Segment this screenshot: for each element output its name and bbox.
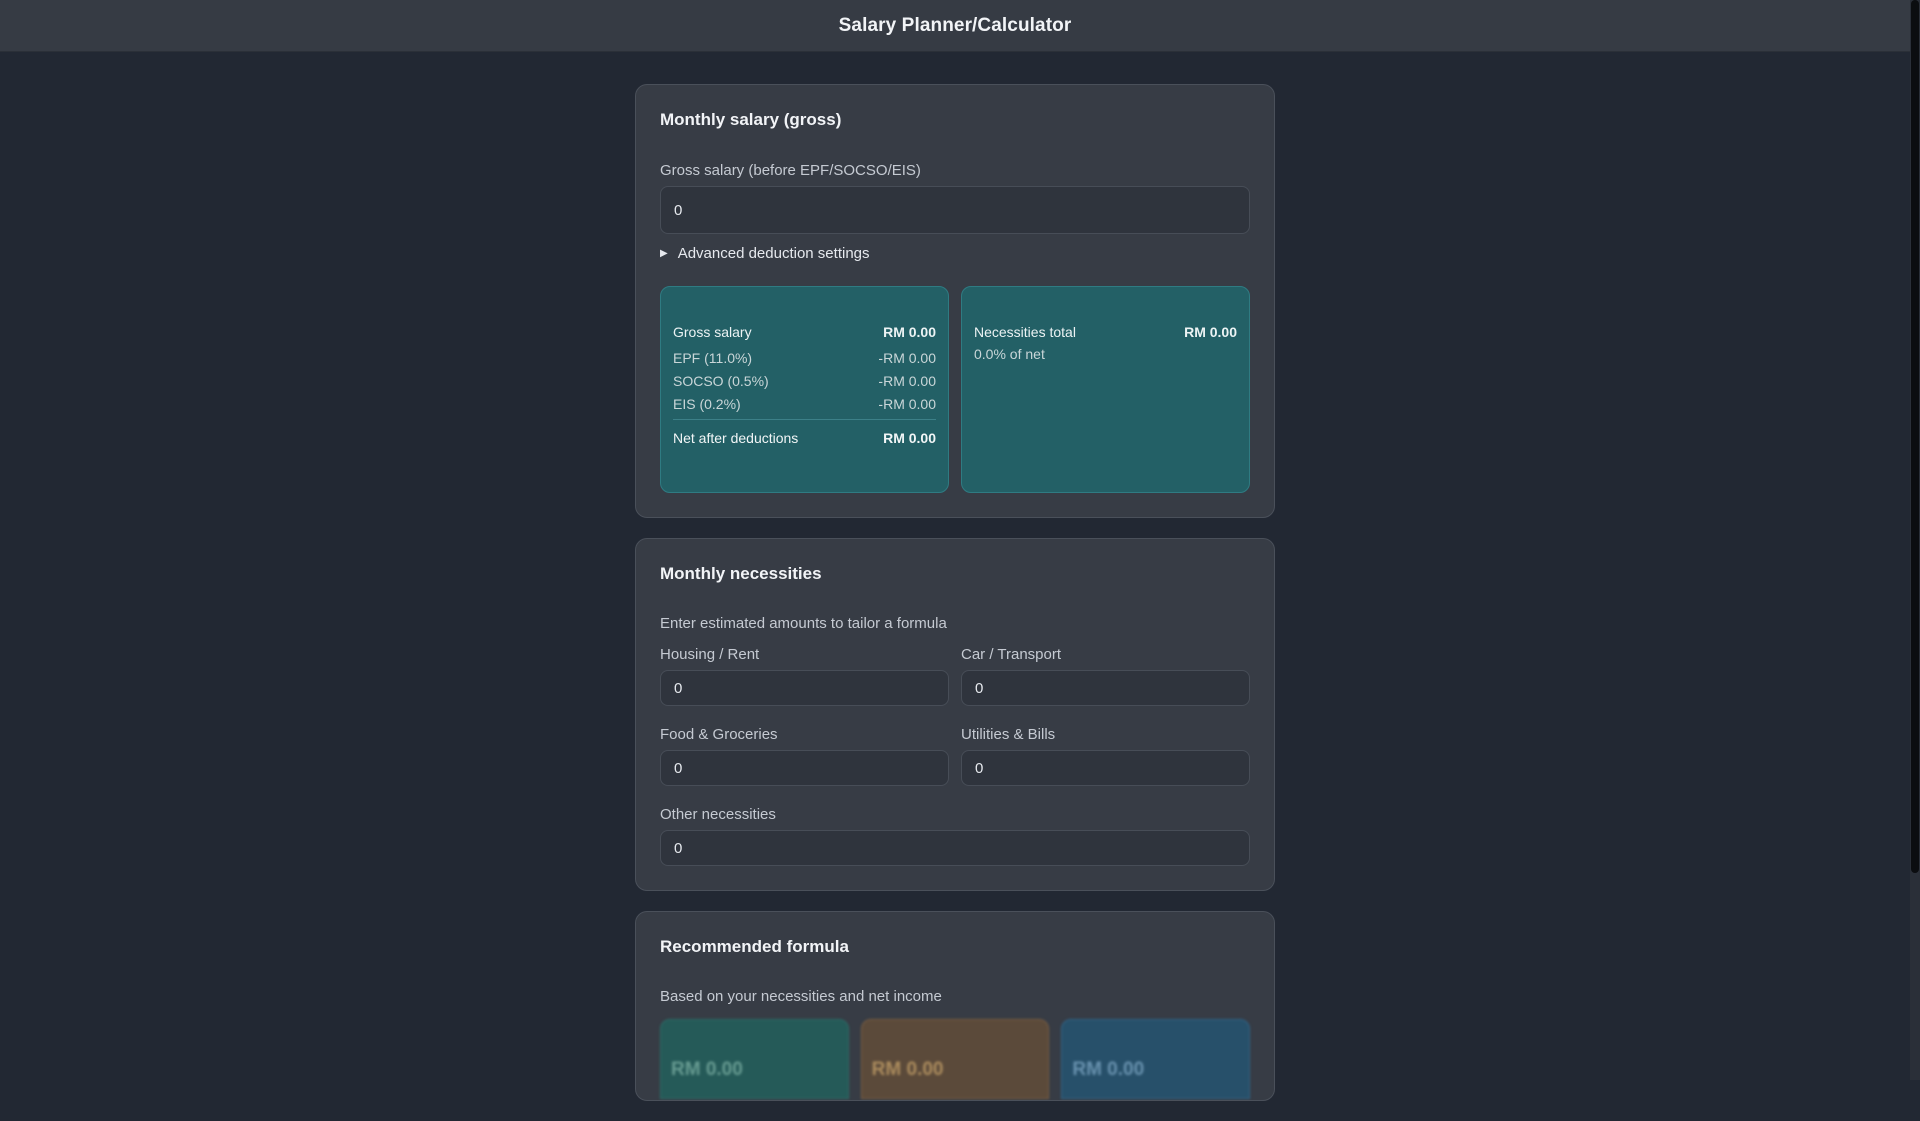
necessities-hint: Enter estimated amounts to tailor a form… <box>660 615 947 632</box>
scrollbar-thumb[interactable] <box>1911 0 1919 873</box>
gross-salary-label: Gross salary (before EPF/SOCSO/EIS) <box>660 162 921 179</box>
formula-box-label <box>872 1040 1039 1055</box>
app-header: Salary Planner/Calculator <box>0 0 1910 52</box>
socso-label: SOCSO (0.5%) <box>673 373 769 389</box>
necessities-total-row: Necessities total RM 0.00 <box>974 324 1237 340</box>
epf-row: EPF (11.0%) -RM 0.00 <box>673 350 936 366</box>
eis-row: EIS (0.2%) -RM 0.00 <box>673 396 936 412</box>
housing-label: Housing / Rent <box>660 646 760 663</box>
disclosure-triangle-icon: ▶ <box>660 248 668 259</box>
necessities-total-label: Necessities total <box>974 324 1076 340</box>
salary-card-title: Monthly salary (gross) <box>660 110 842 129</box>
advanced-settings-toggle[interactable]: ▶ Advanced deduction settings <box>660 245 1250 262</box>
main-content: Monthly salary (gross) Gross salary (bef… <box>635 84 1275 1121</box>
transport-input[interactable]: 0 <box>961 670 1250 706</box>
necessities-total-value: RM 0.00 <box>1184 324 1237 340</box>
other-field: Other necessities 0 <box>660 806 1250 866</box>
formula-card: Recommended formula Based on your necess… <box>635 911 1275 1101</box>
formula-card-title: Recommended formula <box>660 937 849 956</box>
food-input[interactable]: 0 <box>660 750 949 786</box>
formula-hint: Based on your necessities and net income <box>660 988 942 1005</box>
necessities-card: Monthly necessities Enter estimated amou… <box>635 538 1275 891</box>
necessities-grid: Housing / Rent 0 Car / Transport 0 Food … <box>660 646 1250 806</box>
formula-box-wants: RM 0.00 <box>860 1019 1050 1099</box>
net-label: Net after deductions <box>673 430 799 446</box>
formula-box-label <box>671 1040 838 1055</box>
utilities-input[interactable]: 0 <box>961 750 1250 786</box>
other-label: Other necessities <box>660 806 776 823</box>
salary-summary-row: Gross salary RM 0.00 EPF (11.0%) -RM 0.0… <box>660 286 1250 493</box>
formula-box-value: RM 0.00 <box>1072 1059 1145 1080</box>
other-input[interactable]: 0 <box>660 830 1250 866</box>
net-value: RM 0.00 <box>883 430 936 446</box>
formula-box-value: RM 0.00 <box>871 1059 944 1080</box>
food-field: Food & Groceries 0 <box>660 726 949 786</box>
gross-row: Gross salary RM 0.00 <box>673 324 936 340</box>
socso-row: SOCSO (0.5%) -RM 0.00 <box>673 373 936 389</box>
necessities-card-title: Monthly necessities <box>660 564 822 583</box>
salary-card: Monthly salary (gross) Gross salary (bef… <box>635 84 1275 518</box>
utilities-field: Utilities & Bills 0 <box>961 726 1250 806</box>
gross-row-value: RM 0.00 <box>883 324 936 340</box>
necessities-percent: 0.0% of net <box>974 346 1045 362</box>
formula-boxes: RM 0.00 RM 0.00 RM 0.00 <box>660 1019 1251 1099</box>
utilities-label: Utilities & Bills <box>961 726 1056 743</box>
eis-label: EIS (0.2%) <box>673 396 741 412</box>
housing-input[interactable]: 0 <box>660 670 949 706</box>
transport-field: Car / Transport 0 <box>961 646 1250 706</box>
formula-box-value: RM 0.00 <box>671 1059 743 1080</box>
gross-row-label: Gross salary <box>673 324 752 340</box>
food-label: Food & Groceries <box>660 726 778 743</box>
transport-label: Car / Transport <box>961 646 1062 663</box>
epf-value: -RM 0.00 <box>878 350 936 366</box>
housing-field: Housing / Rent 0 <box>660 646 949 706</box>
formula-box-savings: RM 0.00 <box>1061 1019 1251 1099</box>
formula-box-label <box>1072 1040 1239 1055</box>
necessities-summary: Necessities total RM 0.00 0.0% of net <box>961 286 1250 493</box>
socso-value: -RM 0.00 <box>878 373 936 389</box>
epf-label: EPF (11.0%) <box>673 350 753 366</box>
formula-box-needs: RM 0.00 <box>660 1019 849 1099</box>
app-title: Salary Planner/Calculator <box>838 14 1072 36</box>
deductions-breakdown: Gross salary RM 0.00 EPF (11.0%) -RM 0.0… <box>660 286 949 493</box>
advanced-settings-label: Advanced deduction settings <box>677 245 870 262</box>
page-scrollbar[interactable] <box>1910 0 1920 1080</box>
gross-salary-input[interactable]: 0 <box>660 186 1250 234</box>
net-row: Net after deductions RM 0.00 <box>673 419 936 446</box>
eis-value: -RM 0.00 <box>878 396 936 412</box>
